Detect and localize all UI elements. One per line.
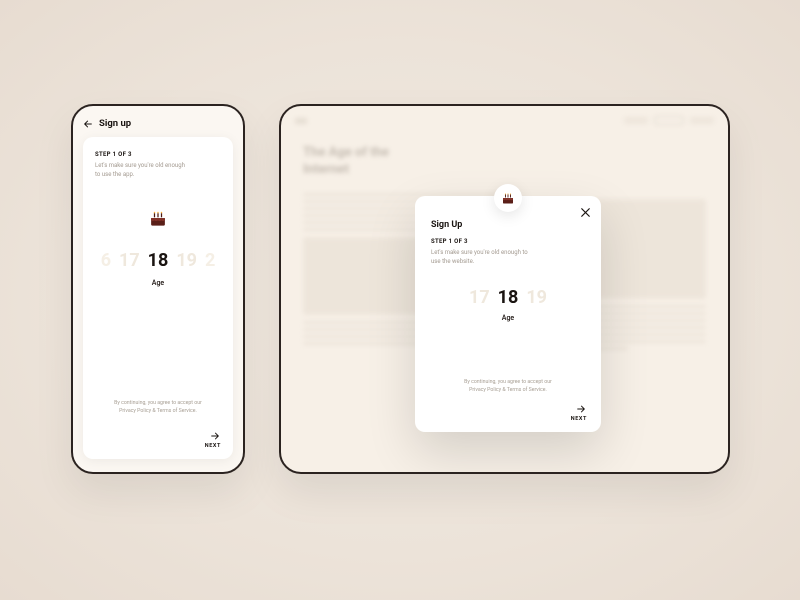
phone-title: Sign up xyxy=(99,118,131,129)
disclaimer: By continuing, you agree to accept our P… xyxy=(415,379,601,394)
page-title: The Age of the Internet xyxy=(281,135,461,179)
age-option-selected[interactable]: 18 xyxy=(498,287,519,308)
age-option[interactable]: 19 xyxy=(176,250,197,271)
nav-link xyxy=(624,117,648,124)
age-label: Age xyxy=(431,314,585,322)
age-picker[interactable]: 17 18 19 xyxy=(431,282,585,312)
phone-header: Sign up xyxy=(83,116,233,137)
age-option[interactable]: 17 xyxy=(119,250,140,271)
age-label: Age xyxy=(95,279,221,287)
desktop-nav xyxy=(281,106,728,135)
age-option-selected[interactable]: 18 xyxy=(148,250,169,271)
phone-mockup: Sign up STEP 1 OF 3 Let's make sure you'… xyxy=(71,104,245,474)
arrow-left-icon[interactable] xyxy=(83,119,93,129)
step-subtitle: Let's make sure you're old enough to use… xyxy=(431,249,585,266)
modal-title: Sign Up xyxy=(431,220,585,230)
cake-icon xyxy=(494,184,522,212)
step-counter: STEP 1 OF 3 xyxy=(431,238,585,245)
arrow-right-icon xyxy=(205,431,221,441)
phone-signup-card: STEP 1 OF 3 Let's make sure you're old e… xyxy=(83,137,233,459)
desktop-mockup: The Age of the Internet xyxy=(279,104,730,474)
age-option[interactable]: 19 xyxy=(526,287,547,308)
signup-modal: Sign Up STEP 1 OF 3 Let's make sure you'… xyxy=(415,196,601,432)
disclaimer: By continuing, you agree to accept our P… xyxy=(83,400,233,415)
next-button[interactable]: NEXT xyxy=(205,431,221,449)
next-button[interactable]: NEXT xyxy=(571,404,587,422)
arrow-right-icon xyxy=(571,404,587,414)
cake-icon xyxy=(95,207,221,233)
next-label: NEXT xyxy=(571,416,587,422)
age-picker[interactable]: 6 17 18 19 2 xyxy=(95,243,221,277)
logo xyxy=(295,118,307,124)
nav-link xyxy=(690,117,714,124)
next-label: NEXT xyxy=(205,443,221,449)
step-subtitle: Let's make sure you're old enough to use… xyxy=(95,162,221,179)
age-option[interactable]: 17 xyxy=(469,287,490,308)
sub-line: Let's make sure you're old enough xyxy=(95,162,185,169)
nav-button xyxy=(654,116,684,125)
step-counter: STEP 1 OF 3 xyxy=(95,151,221,158)
close-icon[interactable] xyxy=(579,206,591,218)
sub-line: to use the app. xyxy=(95,171,134,178)
age-option[interactable]: 6 xyxy=(101,250,111,271)
age-option[interactable]: 2 xyxy=(205,250,215,271)
